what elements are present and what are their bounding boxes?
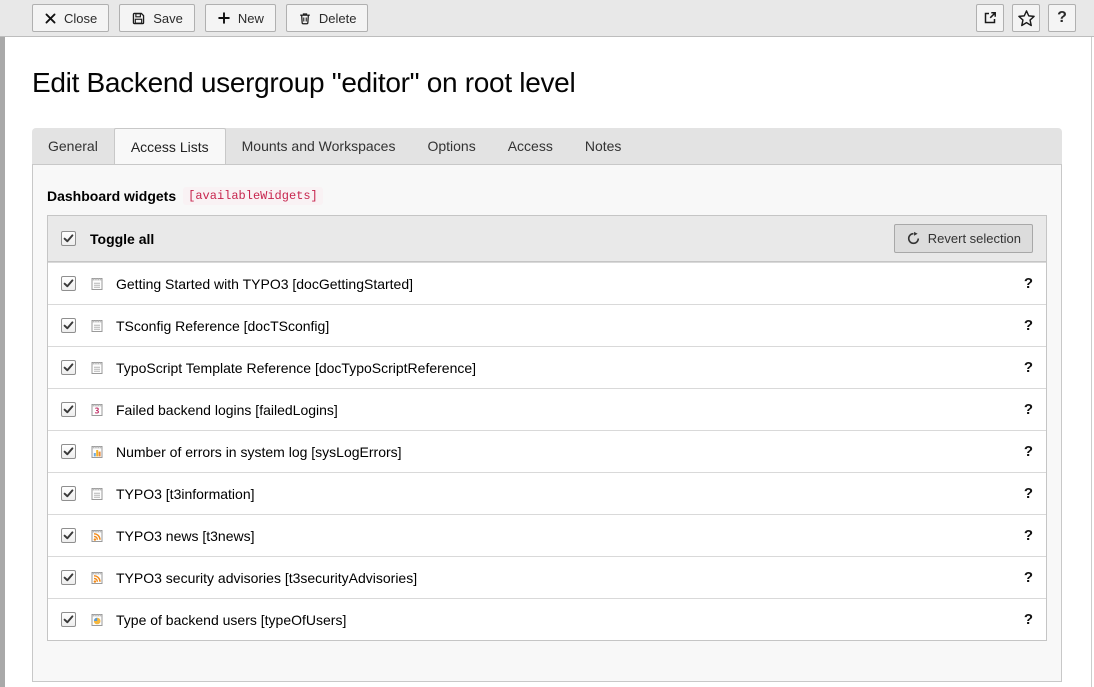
tab-access-lists[interactable]: Access Lists (114, 128, 226, 164)
pie-chart-icon (89, 612, 105, 628)
field-label-row: Dashboard widgets [availableWidgets] (47, 187, 1047, 205)
delete-button[interactable]: Delete (286, 4, 369, 32)
document-list-icon (89, 318, 105, 334)
row-label: Number of errors in system log [sysLogEr… (116, 444, 402, 460)
row-checkbox[interactable] (61, 444, 76, 459)
record-tabs: General Access Lists Mounts and Workspac… (32, 128, 1062, 165)
close-label: Close (64, 11, 97, 26)
trash-icon (298, 11, 312, 26)
row-help-icon[interactable]: ? (1024, 443, 1033, 460)
document-list-icon (89, 486, 105, 502)
help-button[interactable]: ? (1048, 4, 1076, 32)
document-list-icon (89, 360, 105, 376)
row-checkbox[interactable] (61, 276, 76, 291)
delete-label: Delete (319, 11, 357, 26)
open-new-window-icon (982, 10, 998, 26)
widgets-multiselect-panel: Toggle all Revert selection Getting Star… (47, 215, 1047, 641)
checkbox-check-icon (62, 403, 75, 416)
row-help-icon[interactable]: ? (1024, 401, 1033, 418)
docheader-right-buttons: ? (976, 4, 1076, 32)
document-list-icon (89, 276, 105, 292)
toggle-all-label: Toggle all (90, 231, 154, 247)
table-row: TYPO3 security advisories [t3securityAdv… (48, 556, 1046, 598)
tab-access[interactable]: Access (492, 128, 569, 164)
row-help-icon[interactable]: ? (1024, 527, 1033, 544)
row-label: TypoScript Template Reference [docTypoSc… (116, 360, 476, 376)
row-label: TYPO3 security advisories [t3securityAdv… (116, 570, 417, 586)
row-label: Failed backend logins [failedLogins] (116, 402, 338, 418)
table-row: Getting Started with TYPO3 [docGettingSt… (48, 262, 1046, 304)
row-label: TYPO3 news [t3news] (116, 528, 255, 544)
save-button[interactable]: Save (119, 4, 195, 32)
table-row: TYPO3 news [t3news] ? (48, 514, 1046, 556)
bookmark-button[interactable] (1012, 4, 1040, 32)
revert-label: Revert selection (928, 231, 1021, 246)
revert-icon (906, 231, 921, 246)
checkbox-check-icon (62, 445, 75, 458)
revert-selection-button[interactable]: Revert selection (894, 224, 1033, 253)
checkbox-check-icon (62, 361, 75, 374)
number-widget-icon: 3 (89, 402, 105, 418)
row-label: Type of backend users [typeOfUsers] (116, 612, 346, 628)
checkbox-check-icon (62, 613, 75, 626)
dashboard-widgets-label: Dashboard widgets (47, 188, 176, 204)
tab-notes[interactable]: Notes (569, 128, 638, 164)
new-button[interactable]: New (205, 4, 276, 32)
close-icon (44, 12, 57, 25)
table-row: TSconfig Reference [docTSconfig] ? (48, 304, 1046, 346)
tab-general[interactable]: General (32, 128, 114, 164)
field-code-badge: [availableWidgets] (183, 187, 323, 205)
checkbox-check-icon (62, 529, 75, 542)
table-row: 3 Failed backend logins [failedLogins] ? (48, 388, 1046, 430)
bar-chart-icon (89, 444, 105, 460)
checkbox-check-icon (62, 319, 75, 332)
row-help-icon[interactable]: ? (1024, 275, 1033, 292)
row-label: TYPO3 [t3information] (116, 486, 255, 502)
table-row: TypoScript Template Reference [docTypoSc… (48, 346, 1046, 388)
new-label: New (238, 11, 264, 26)
close-button[interactable]: Close (32, 4, 109, 32)
rss-icon (89, 528, 105, 544)
help-icon: ? (1057, 9, 1067, 27)
row-checkbox[interactable] (61, 486, 76, 501)
tab-pane-access-lists: Dashboard widgets [availableWidgets] Tog… (32, 165, 1062, 682)
rss-icon (89, 570, 105, 586)
star-icon (1017, 9, 1036, 28)
checkbox-check-icon (62, 232, 75, 245)
row-checkbox[interactable] (61, 318, 76, 333)
checkbox-check-icon (62, 571, 75, 584)
toggle-all-checkbox[interactable] (61, 231, 76, 246)
row-label: TSconfig Reference [docTSconfig] (116, 318, 329, 334)
row-checkbox[interactable] (61, 612, 76, 627)
row-checkbox[interactable] (61, 528, 76, 543)
docheader-toolbar: Close Save New Delete (0, 0, 1094, 37)
panel-header: Toggle all Revert selection (48, 216, 1046, 262)
table-row: TYPO3 [t3information] ? (48, 472, 1046, 514)
save-icon (131, 11, 146, 26)
open-new-window-button[interactable] (976, 4, 1004, 32)
table-row: Number of errors in system log [sysLogEr… (48, 430, 1046, 472)
row-help-icon[interactable]: ? (1024, 569, 1033, 586)
tab-options[interactable]: Options (411, 128, 491, 164)
row-help-icon[interactable]: ? (1024, 317, 1033, 334)
edit-document-area: Edit Backend usergroup "editor" on root … (5, 37, 1091, 687)
row-checkbox[interactable] (61, 402, 76, 417)
checkbox-check-icon (62, 487, 75, 500)
row-checkbox[interactable] (61, 360, 76, 375)
row-checkbox[interactable] (61, 570, 76, 585)
table-row: Type of backend users [typeOfUsers] ? (48, 598, 1046, 640)
row-help-icon[interactable]: ? (1024, 485, 1033, 502)
tab-mounts-and-workspaces[interactable]: Mounts and Workspaces (226, 128, 412, 164)
page-title: Edit Backend usergroup "editor" on root … (32, 67, 1062, 99)
row-help-icon[interactable]: ? (1024, 611, 1033, 628)
plus-icon (217, 11, 231, 25)
save-label: Save (153, 11, 183, 26)
row-help-icon[interactable]: ? (1024, 359, 1033, 376)
checkbox-check-icon (62, 277, 75, 290)
row-label: Getting Started with TYPO3 [docGettingSt… (116, 276, 413, 292)
svg-text:3: 3 (95, 406, 100, 415)
